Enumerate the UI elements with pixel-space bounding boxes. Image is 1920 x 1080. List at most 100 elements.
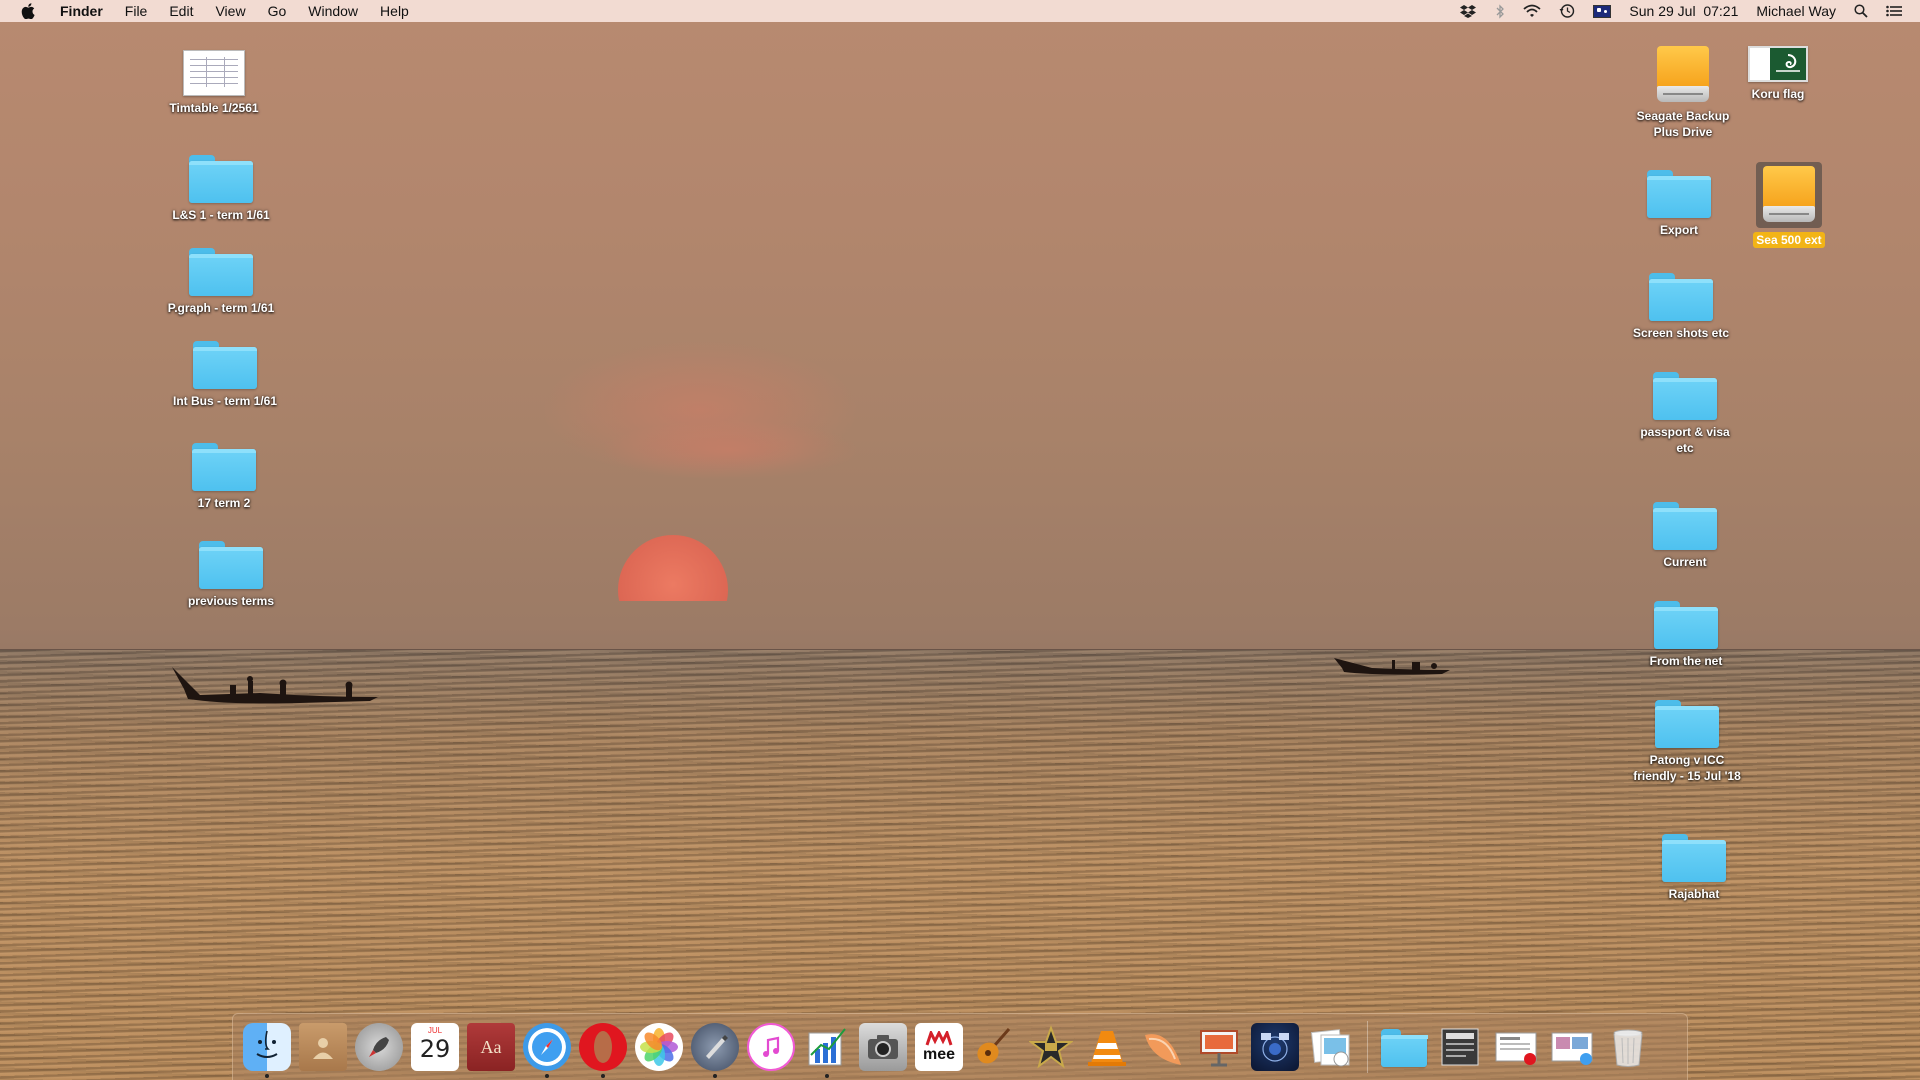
calendar-month: JUL bbox=[427, 1026, 443, 1035]
desktop-icon-label: From the net bbox=[1649, 654, 1723, 668]
dock-squash[interactable] bbox=[1139, 1023, 1187, 1071]
desktop-folder-patong[interactable]: Patong v ICC friendly - 15 Jul '18 bbox=[1627, 700, 1747, 784]
dock-launchpad[interactable] bbox=[355, 1023, 403, 1071]
menu-app-finder[interactable]: Finder bbox=[54, 0, 114, 22]
desktop-icon-label: Koru flag bbox=[1751, 87, 1805, 101]
input-flag-icon[interactable] bbox=[1593, 0, 1612, 22]
folder-icon bbox=[1653, 372, 1717, 420]
wifi-icon[interactable] bbox=[1523, 0, 1541, 22]
desktop-folder-intbus[interactable]: Int Bus - term 1/61 bbox=[165, 341, 285, 409]
folder-icon bbox=[1647, 170, 1711, 218]
desktop-icon-label: Int Bus - term 1/61 bbox=[172, 394, 278, 408]
dictionary-glyph: Aa bbox=[480, 1036, 502, 1057]
dock-grapher[interactable] bbox=[803, 1023, 851, 1078]
dock-vlc[interactable] bbox=[1083, 1023, 1131, 1071]
desktop-icon-label: Export bbox=[1659, 223, 1698, 237]
desktop-folder-ls1[interactable]: L&S 1 - term 1/61 bbox=[161, 155, 281, 223]
finder-icon bbox=[243, 1023, 291, 1071]
dock-photos[interactable] bbox=[635, 1023, 683, 1071]
desktop-file-koru-flag[interactable]: Koru flag bbox=[1718, 46, 1838, 102]
dock-trash[interactable] bbox=[1604, 1023, 1652, 1071]
dock-mee[interactable]: mee bbox=[915, 1023, 963, 1071]
menu-go[interactable]: Go bbox=[257, 0, 298, 22]
desktop-folder-17term2[interactable]: 17 term 2 bbox=[164, 443, 284, 511]
desktop-folder-previous-terms[interactable]: previous terms bbox=[171, 541, 291, 609]
desktop-folder-passport[interactable]: passport & visa etc bbox=[1625, 372, 1745, 456]
sky-glow-lower bbox=[600, 420, 860, 480]
koru-flag-image-icon bbox=[1748, 46, 1808, 82]
dock-imovie[interactable] bbox=[1027, 1023, 1075, 1071]
folder-icon bbox=[189, 248, 253, 296]
folder-icon bbox=[1380, 1023, 1428, 1071]
external-drive-icon bbox=[1657, 46, 1709, 104]
folder-icon bbox=[1653, 502, 1717, 550]
dock-finder[interactable] bbox=[243, 1023, 291, 1078]
desktop-folder-from-the-net[interactable]: From the net bbox=[1626, 601, 1746, 669]
desktop-folder-rajabhat[interactable]: Rajabhat bbox=[1634, 834, 1754, 902]
dock-script-editor[interactable] bbox=[691, 1023, 739, 1078]
stack-thumbnail-icon bbox=[1492, 1023, 1540, 1071]
dock-garageband[interactable] bbox=[971, 1023, 1019, 1071]
imovie-star-icon bbox=[1027, 1023, 1075, 1071]
desktop-icon-label: P.graph - term 1/61 bbox=[167, 301, 275, 315]
dock-mission-control[interactable] bbox=[1251, 1023, 1299, 1071]
dock-downloads-folder[interactable] bbox=[1380, 1023, 1428, 1071]
menu-help[interactable]: Help bbox=[369, 0, 420, 22]
apple-menu-icon[interactable] bbox=[18, 0, 38, 22]
desktop-icon-label: Current bbox=[1663, 555, 1707, 569]
desktop-folder-screenshots[interactable]: Screen shots etc bbox=[1621, 273, 1741, 341]
desktop-folder-current[interactable]: Current bbox=[1625, 502, 1745, 570]
dock-preview[interactable] bbox=[1307, 1023, 1355, 1071]
bluetooth-icon[interactable] bbox=[1495, 0, 1505, 22]
dock-dictionary[interactable]: Aa bbox=[467, 1023, 515, 1071]
script-editor-pen-icon bbox=[691, 1023, 739, 1071]
desktop-folder-pgraph[interactable]: P.graph - term 1/61 bbox=[161, 248, 281, 316]
menu-window[interactable]: Window bbox=[297, 0, 369, 22]
clock-datetime[interactable]: Sun 29 Jul 07:21 bbox=[1629, 0, 1738, 22]
desktop-icon-label: previous terms bbox=[187, 594, 275, 608]
user-name[interactable]: Michael Way bbox=[1756, 0, 1836, 22]
stack-thumbnail-icon bbox=[1436, 1023, 1484, 1071]
folder-icon bbox=[1654, 601, 1718, 649]
desktop-drive-sea500[interactable]: Sea 500 ext bbox=[1729, 162, 1849, 249]
desktop-icon-label: Seagate Backup Plus Drive bbox=[1636, 109, 1730, 139]
dock-itunes[interactable] bbox=[747, 1023, 795, 1071]
desktop-folder-export[interactable]: Export bbox=[1619, 170, 1739, 238]
dock-contacts[interactable] bbox=[299, 1023, 347, 1071]
mission-control-icon bbox=[1251, 1023, 1299, 1071]
longtail-boat-left bbox=[172, 667, 378, 704]
dock-stack-3[interactable] bbox=[1548, 1023, 1596, 1071]
dropbox-icon[interactable] bbox=[1459, 0, 1477, 22]
dock-safari[interactable] bbox=[523, 1023, 571, 1078]
dock-opera[interactable] bbox=[579, 1023, 627, 1078]
keynote-podium-icon bbox=[1195, 1023, 1243, 1071]
desktop-icon-label: passport & visa etc bbox=[1640, 425, 1730, 455]
contacts-icon bbox=[299, 1023, 347, 1071]
trash-icon bbox=[1604, 1023, 1652, 1071]
dictionary-icon: Aa bbox=[467, 1023, 515, 1071]
folder-icon bbox=[1649, 273, 1713, 321]
desktop-icon-label-selected: Sea 500 ext bbox=[1753, 232, 1825, 248]
dock-calendar[interactable]: JUL 29 bbox=[411, 1023, 459, 1071]
setting-sun bbox=[618, 535, 728, 601]
dock-stack-1[interactable] bbox=[1436, 1023, 1484, 1071]
dock-keynote[interactable] bbox=[1195, 1023, 1243, 1071]
dock-separator bbox=[1367, 1021, 1368, 1073]
external-drive-icon bbox=[1763, 166, 1815, 224]
menu-view[interactable]: View bbox=[204, 0, 256, 22]
dock-screenshot[interactable] bbox=[859, 1023, 907, 1071]
itunes-music-icon bbox=[747, 1023, 795, 1071]
time-machine-icon[interactable] bbox=[1559, 0, 1575, 22]
menu-edit[interactable]: Edit bbox=[158, 0, 204, 22]
menu-file[interactable]: File bbox=[114, 0, 159, 22]
opera-icon bbox=[579, 1023, 627, 1071]
dock-stack-2[interactable] bbox=[1492, 1023, 1540, 1071]
calendar-icon: JUL 29 bbox=[411, 1023, 459, 1071]
desktop-file-timetable[interactable]: Timtable 1/2561 bbox=[154, 50, 274, 116]
folder-icon bbox=[192, 443, 256, 491]
garageband-guitar-icon bbox=[971, 1023, 1019, 1071]
spotlight-icon[interactable] bbox=[1854, 0, 1868, 22]
folder-icon bbox=[189, 155, 253, 203]
notification-center-icon[interactable] bbox=[1886, 0, 1902, 22]
launchpad-rocket-icon bbox=[355, 1023, 403, 1071]
